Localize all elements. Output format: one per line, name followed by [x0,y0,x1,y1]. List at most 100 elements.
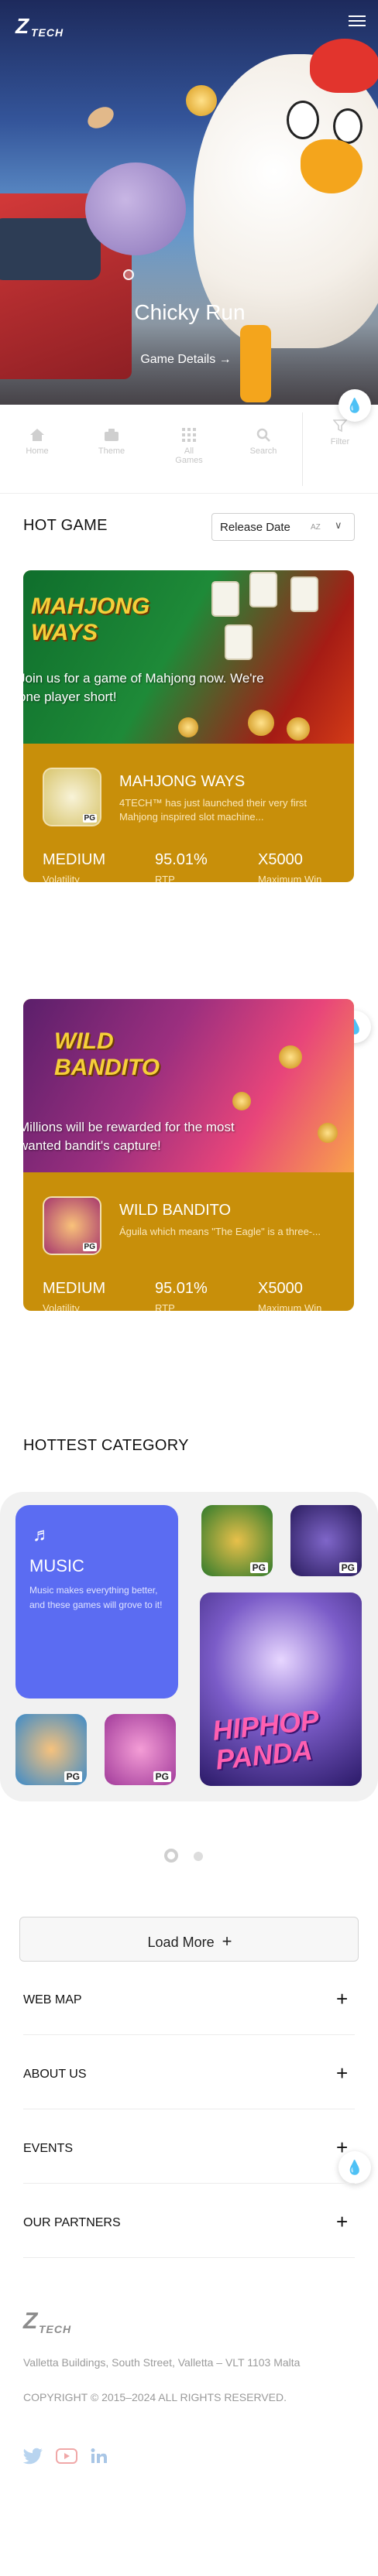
logo-text: TECH [39,2323,72,2335]
stat-value: 95.01% [155,851,208,868]
accordion-web-map[interactable]: WEB MAP + [23,1964,355,2035]
plus-icon: + [336,2061,349,2085]
stat-value: MEDIUM [43,851,106,868]
hot-game-heading: HOT GAME [23,517,108,534]
stat-value: X5000 [258,1280,303,1297]
stat-value: MEDIUM [43,1280,106,1297]
twitter-icon[interactable] [22,2448,45,2466]
theme-icon [104,428,119,442]
stat-label: Volatility [43,1302,80,1311]
game-description: Águila which means "The Eagle" is a thre… [119,1226,321,1237]
hero-slide-indicator[interactable] [123,269,134,280]
youtube-icon[interactable] [56,2448,77,2466]
category-game-tile[interactable]: PG [290,1505,362,1576]
filter-icon [332,419,348,433]
category-game-tile[interactable]: PG [105,1714,176,1785]
accordion-label: OUR PARTNERS [23,2216,121,2229]
filter-label: Home [26,446,49,456]
hottest-category-heading: HOTTEST CATEGORY [23,1437,189,1454]
plus-icon: + [336,2210,349,2233]
filter-filter[interactable]: Filter [309,419,371,446]
logo[interactable]: Z TECH [15,14,70,43]
filter-bar: Home Theme All Games Search Filter [0,405,378,494]
accordion-about-us[interactable]: ABOUT US + [23,2038,355,2109]
hero-banner[interactable]: Z TECH Chicky Run Game Details → [0,0,378,405]
hero-art-comb [310,39,378,93]
stat-label: Maximum Win [258,1302,322,1311]
filter-all-games[interactable]: All Games [158,428,220,465]
accordion-label: WEB MAP [23,1993,82,2006]
grid-icon [181,428,197,442]
game-art: WILD BANDITO Millions will be rewarded f… [23,999,354,1172]
filter-home[interactable]: Home [6,428,68,456]
footer-logo[interactable]: Z TECH [23,2308,77,2341]
gold-coin [318,1123,338,1143]
logo-mark: Z [15,14,29,38]
category-game-tile[interactable]: PG [201,1505,273,1576]
gold-coin [178,717,198,737]
game-details-link[interactable]: Game Details → [116,353,256,367]
game-name: WILD BANDITO [119,1202,232,1219]
chevron-down-icon: ∨ [335,519,342,531]
category-card-music[interactable]: ♬ MUSIC Music makes everything better, a… [15,1505,178,1699]
mahjong-tile [225,624,253,660]
pg-badge: PG [82,814,97,823]
game-name: MAHJONG WAYS [119,773,246,790]
home-icon [29,428,45,442]
stat-label: Volatility [43,874,80,882]
filter-label: All Games [175,446,203,465]
filter-search[interactable]: Search [232,428,294,456]
search-icon [256,428,271,442]
stat-label: RTP [155,874,175,882]
pg-badge: PG [249,1562,268,1573]
water-drop-icon: 💧 [345,397,364,413]
filter-label: Theme [98,446,125,456]
game-art-logo: WILD BANDITO [54,1028,160,1080]
logo-text: TECH [31,26,64,39]
stat-label: RTP [155,1302,175,1311]
pg-badge: PG [338,1562,357,1573]
filter-label: Search [249,446,277,456]
game-art: MAHJONG WAYS Join us for a game of Mahjo… [23,570,354,744]
accordion-our-partners[interactable]: OUR PARTNERS + [23,2187,355,2258]
game-card-wild-bandito[interactable]: WILD BANDITO Millions will be rewarded f… [23,999,354,1311]
mahjong-tile [211,581,239,617]
hero-art-chick [85,162,186,255]
hamburger-menu-icon[interactable] [347,12,367,29]
sort-az-label: AZ [311,523,321,532]
hero-art-nut [84,102,118,133]
game-card-mahjong-ways[interactable]: MAHJONG WAYS Join us for a game of Mahjo… [23,570,354,882]
gold-coin [232,1092,251,1110]
featured-art-text: HIPHOP PANDA [211,1703,320,1776]
category-description: Music makes everything better, and these… [29,1585,163,1610]
game-art-logo: MAHJONG WAYS [31,594,150,645]
hero-title: Chicky Run [134,300,246,324]
gold-coin [248,710,274,736]
game-art-caption: Join us for a game of Mahjong now. We're… [23,671,264,704]
sort-select[interactable]: Release Date AZ ∨ [211,513,355,541]
pg-badge: PG [64,1771,82,1782]
load-more-button[interactable]: Load More + [19,1917,359,1962]
game-thumbnail: PG [43,1196,101,1255]
mahjong-tile [290,576,318,612]
footer-address: Valletta Buildings, South Street, Vallet… [23,2356,301,2369]
hero-art-eye [333,108,363,144]
category-game-tile[interactable]: PG [15,1714,87,1785]
category-title: MUSIC [29,1556,84,1575]
carousel-page-dot-active[interactable] [164,1849,178,1863]
plus-icon: + [222,1931,232,1951]
stat-value: 95.01% [155,1280,208,1297]
carousel-page-dot[interactable] [194,1852,203,1861]
linkedin-icon[interactable] [90,2448,112,2466]
category-game-tile-hiphop-panda[interactable]: HIPHOP PANDA [200,1592,362,1786]
stat-label: Maximum Win [258,874,322,882]
plus-icon: + [336,2136,349,2159]
sort-selected-value: Release Date [220,521,290,534]
filter-theme[interactable]: Theme [81,428,143,456]
accordion-events[interactable]: EVENTS + [23,2112,355,2184]
gold-coin [287,717,310,741]
game-description: 4TECH™ has just launched their very firs… [119,797,308,823]
hero-art-van-window [0,218,101,280]
floating-water-drop-button[interactable]: 💧 [338,389,371,422]
mahjong-tile [249,572,277,607]
